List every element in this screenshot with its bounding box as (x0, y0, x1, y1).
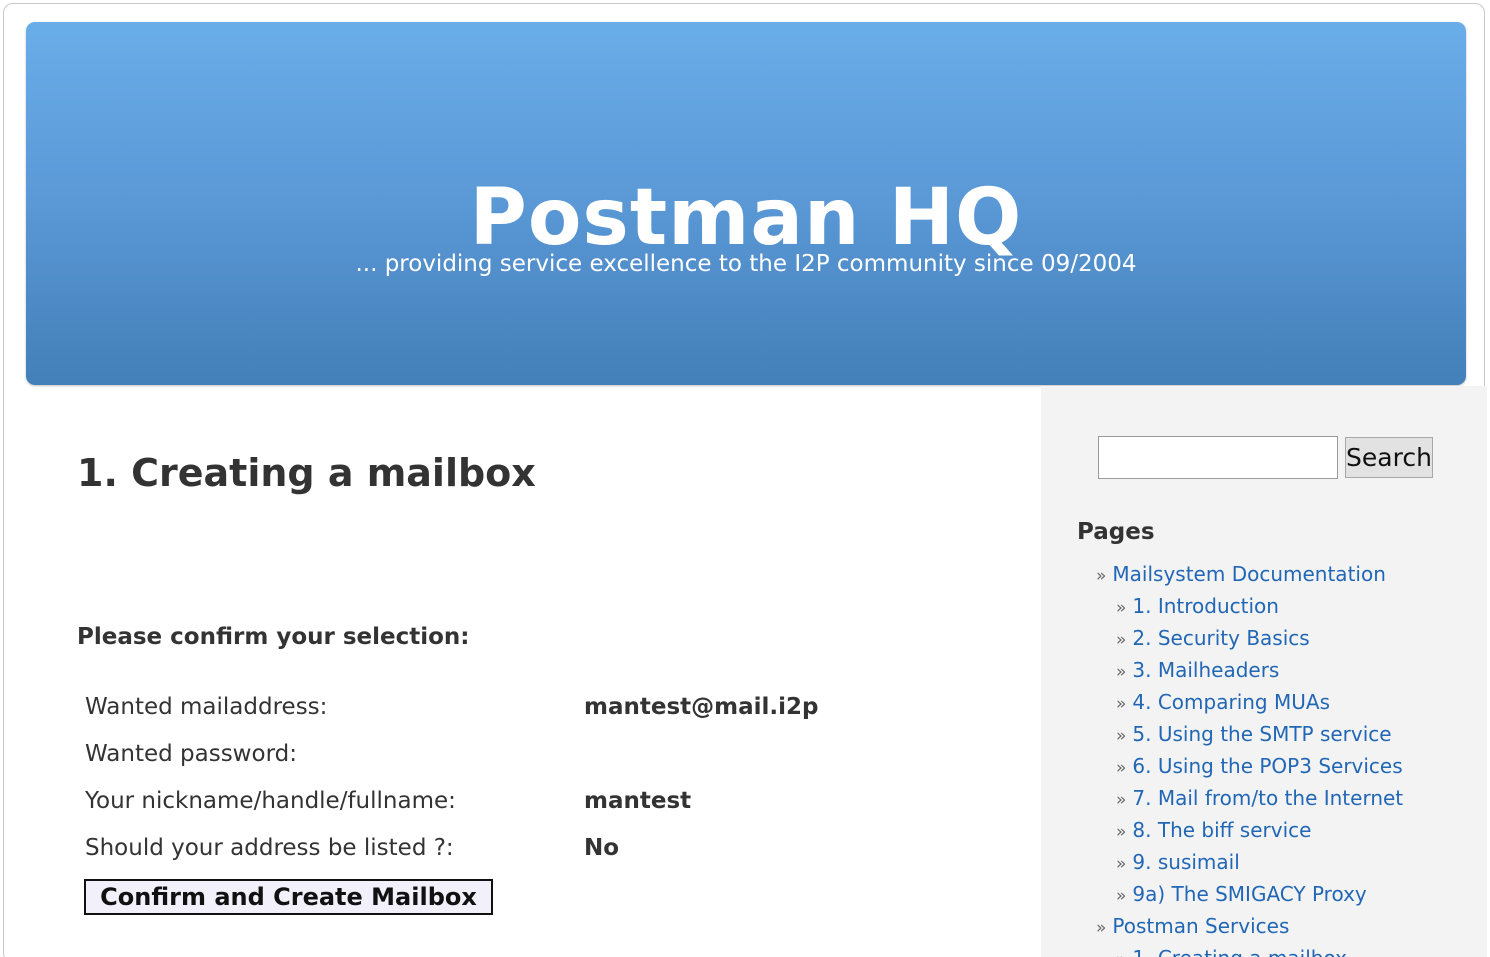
list-item: » 4. Comparing MUAs (1096, 686, 1476, 718)
nav-link-smigacy-proxy[interactable]: 9a) The SMIGACY Proxy (1132, 882, 1366, 906)
nav-link-creating-mailbox[interactable]: 1. Creating a mailbox (1132, 946, 1347, 957)
site-tagline: ... providing service excellence to the … (355, 251, 1137, 277)
nickname-value: mantest (584, 788, 692, 814)
confirmation-table: Wanted mailaddress: mantest@mail.i2p Wan… (85, 684, 985, 872)
pages-heading: Pages (1077, 519, 1155, 545)
confirm-row-nickname: Your nickname/handle/fullname: mantest (85, 778, 985, 825)
listed-value: No (584, 835, 620, 861)
pages-list: » Mailsystem Documentation » 1. Introducti… (1096, 558, 1476, 957)
list-item: » Postman Services (1096, 910, 1476, 942)
nav-link-smtp-service[interactable]: 5. Using the SMTP service (1132, 722, 1391, 746)
list-item: » 2. Security Basics (1096, 622, 1476, 654)
nav-link-mailheaders[interactable]: 3. Mailheaders (1132, 658, 1279, 682)
confirm-row-password: Wanted password: (85, 731, 985, 778)
nav-link-biff-service[interactable]: 8. The biff service (1132, 818, 1311, 842)
nav-link-pop3-services[interactable]: 6. Using the POP3 Services (1132, 754, 1402, 778)
bullet-icon: » (1116, 950, 1126, 957)
bullet-icon: » (1116, 598, 1127, 618)
confirm-row-listed: Should your address be listed ?: No (85, 825, 985, 872)
list-item: » 7. Mail from/to the Internet (1096, 782, 1476, 814)
nav-link-susimail[interactable]: 9. susimail (1132, 850, 1239, 874)
site-header: Postman HQ ... providing service excelle… (26, 22, 1466, 385)
nav-link-postman-services[interactable]: Postman Services (1112, 914, 1289, 938)
bullet-icon: » (1116, 694, 1127, 714)
list-item: » 5. Using the SMTP service (1096, 718, 1476, 750)
sidebar: Search Pages » Mailsystem Documentation »… (1041, 386, 1487, 957)
mailaddress-value: mantest@mail.i2p (584, 694, 819, 720)
bullet-icon: » (1116, 630, 1127, 650)
bullet-icon: » (1096, 566, 1107, 586)
search-input[interactable] (1098, 436, 1338, 479)
listed-label: Should your address be listed ?: (85, 835, 454, 861)
list-item: » 8. The biff service (1096, 814, 1476, 846)
bullet-icon: » (1116, 886, 1127, 906)
confirm-heading: Please confirm your selection: (77, 624, 470, 650)
list-item: » 3. Mailheaders (1096, 654, 1476, 686)
mailaddress-label: Wanted mailaddress: (85, 694, 328, 720)
nav-link-mail-internet[interactable]: 7. Mail from/to the Internet (1132, 786, 1403, 810)
list-item: » 9. susimail (1096, 846, 1476, 878)
list-item: » 1. Introduction (1096, 590, 1476, 622)
bullet-icon: » (1096, 918, 1107, 938)
list-item: » 6. Using the POP3 Services (1096, 750, 1476, 782)
bullet-icon: » (1116, 662, 1127, 682)
list-item: » Mailsystem Documentation (1096, 558, 1476, 590)
bullet-icon: » (1116, 726, 1127, 746)
page-title: 1. Creating a mailbox (77, 451, 536, 495)
list-item: » 9a) The SMIGACY Proxy (1096, 878, 1476, 910)
nickname-label: Your nickname/handle/fullname: (85, 788, 456, 814)
list-item: » 1. Creating a mailbox (1096, 942, 1476, 957)
password-label: Wanted password: (85, 741, 297, 767)
bullet-icon: » (1116, 854, 1127, 874)
nav-link-comparing-muas[interactable]: 4. Comparing MUAs (1132, 690, 1330, 714)
bullet-icon: » (1116, 758, 1127, 778)
confirm-row-mailaddress: Wanted mailaddress: mantest@mail.i2p (85, 684, 985, 731)
confirm-create-mailbox-button[interactable]: Confirm and Create Mailbox (84, 879, 493, 915)
nav-link-mailsystem-documentation[interactable]: Mailsystem Documentation (1112, 562, 1385, 586)
bullet-icon: » (1116, 822, 1127, 842)
nav-link-introduction[interactable]: 1. Introduction (1132, 594, 1279, 618)
nav-link-security-basics[interactable]: 2. Security Basics (1132, 626, 1309, 650)
search-button[interactable]: Search (1345, 437, 1433, 478)
bullet-icon: » (1116, 790, 1127, 810)
